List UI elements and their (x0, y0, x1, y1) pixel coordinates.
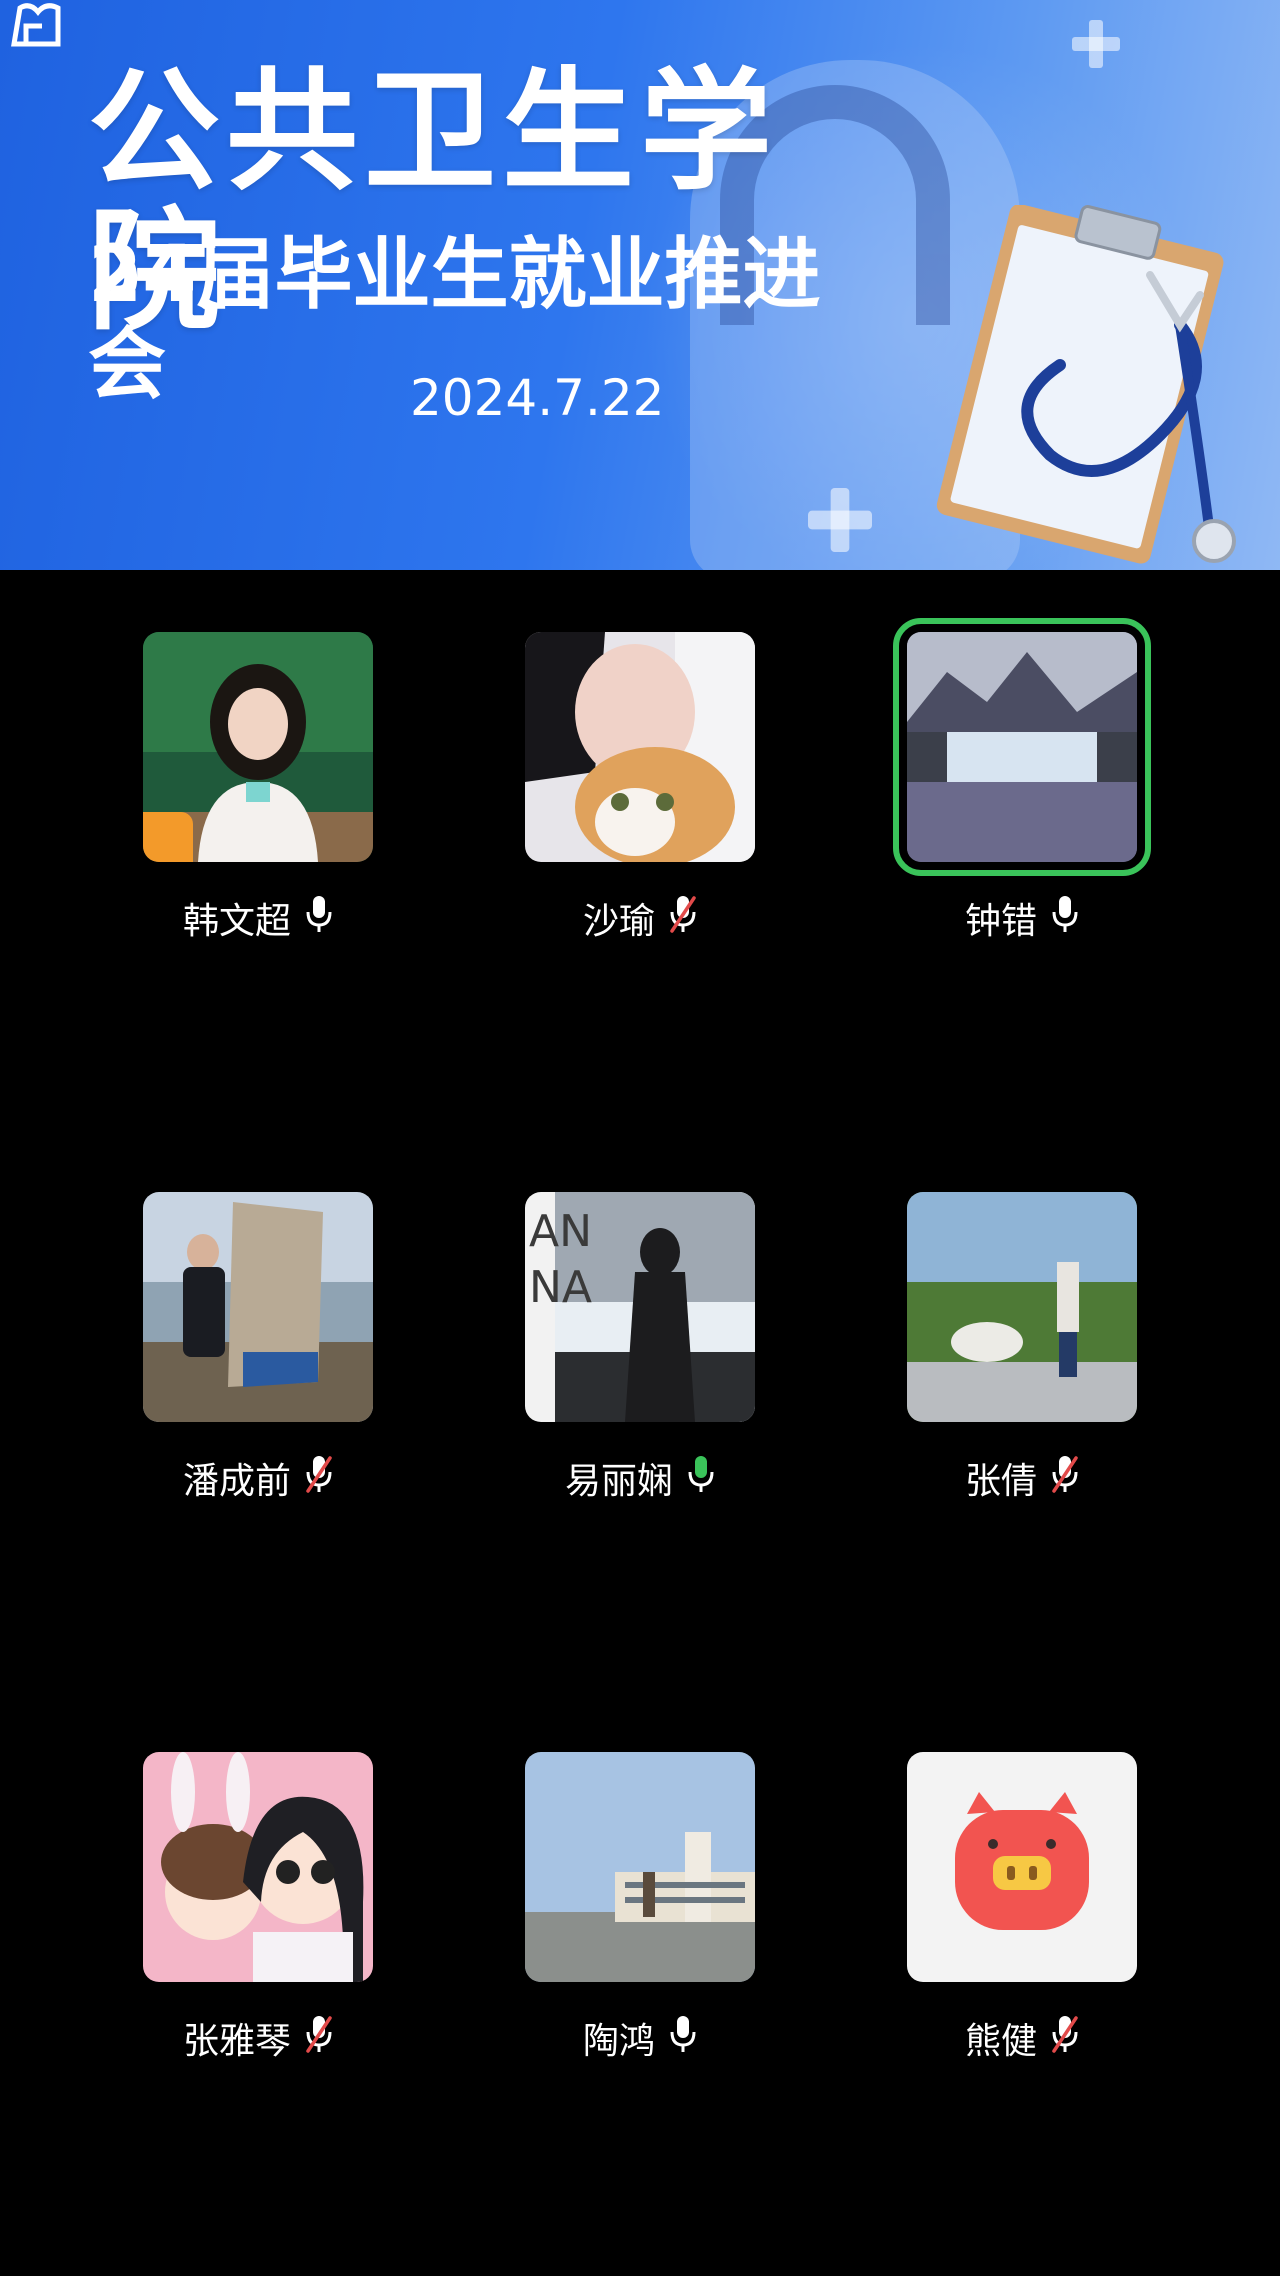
clipboard-stethoscope-icon (936, 205, 1236, 564)
participant-tile[interactable]: 张倩 (823, 1192, 1205, 1512)
participant-tile[interactable]: 潘成前 (59, 1192, 441, 1512)
mic-muted-icon (305, 2014, 333, 2063)
mic-muted-icon (1051, 1454, 1079, 1503)
meeting-banner: 公共卫生学院 24届毕业生就业推进会 2024.7.22 (0, 0, 1280, 570)
svg-text:NA: NA (529, 1262, 592, 1313)
participant-avatar[interactable] (143, 1192, 373, 1422)
participant-name-row: 沙瑜 (441, 894, 839, 942)
mic-muted-icon (669, 894, 697, 943)
participant-name-row: 潘成前 (59, 1454, 457, 1502)
participant-avatar[interactable] (143, 1752, 373, 1982)
participant-avatar[interactable] (907, 1192, 1137, 1422)
participant-avatar[interactable] (143, 632, 373, 862)
participant-name: 易丽娴 (564, 1461, 673, 1502)
participant-avatar[interactable] (893, 618, 1151, 876)
participant-avatar[interactable] (525, 632, 755, 862)
participant-name: 沙瑜 (582, 901, 655, 942)
participant-name: 韩文超 (182, 901, 291, 942)
participant-name: 钟错 (964, 901, 1037, 942)
app-logo-icon (11, 3, 61, 47)
participant-name-row: 张雅琴 (59, 2014, 457, 2062)
mic-muted-icon (1051, 2014, 1079, 2063)
participant-name-row: 易丽娴 (441, 1454, 839, 1502)
participant-name: 熊健 (964, 2021, 1037, 2062)
mic-icon (687, 1454, 715, 1503)
participant-name: 潘成前 (182, 1461, 291, 1502)
host-badge-icon (143, 812, 193, 862)
participant-name-row: 钟错 (823, 894, 1221, 942)
participant-avatar[interactable]: AN NA (525, 1192, 755, 1422)
mic-icon (669, 2014, 697, 2063)
participant-avatar[interactable] (907, 1752, 1137, 1982)
svg-text:AN: AN (529, 1206, 592, 1257)
mic-muted-icon (305, 1454, 333, 1503)
mic-icon (1051, 894, 1079, 943)
participant-tile[interactable]: 陶鸿 (441, 1752, 823, 2072)
mic-icon (305, 894, 333, 943)
participant-tile[interactable]: AN NA 易丽娴 (441, 1192, 823, 1512)
participant-avatar[interactable] (525, 1752, 755, 1982)
participant-tile[interactable]: 韩文超 (59, 632, 441, 952)
participant-name-row: 张倩 (823, 1454, 1221, 1502)
participant-tile[interactable]: 熊健 (823, 1752, 1205, 2072)
participant-name-row: 陶鸿 (441, 2014, 839, 2062)
participant-tile[interactable]: 张雅琴 (59, 1752, 441, 2072)
participant-name: 张雅琴 (182, 2021, 291, 2062)
participant-name: 张倩 (964, 1461, 1037, 1502)
participant-name: 陶鸿 (582, 2021, 655, 2062)
participant-name-row: 韩文超 (59, 894, 457, 942)
banner-date: 2024.7.22 (410, 369, 665, 427)
participant-name-row: 熊健 (823, 2014, 1221, 2062)
plus-decoration-icon (1072, 20, 1120, 68)
plus-decoration-icon (808, 488, 872, 552)
participant-tile[interactable]: 沙瑜 (441, 632, 823, 952)
participant-tile[interactable]: 钟错 (823, 618, 1205, 952)
